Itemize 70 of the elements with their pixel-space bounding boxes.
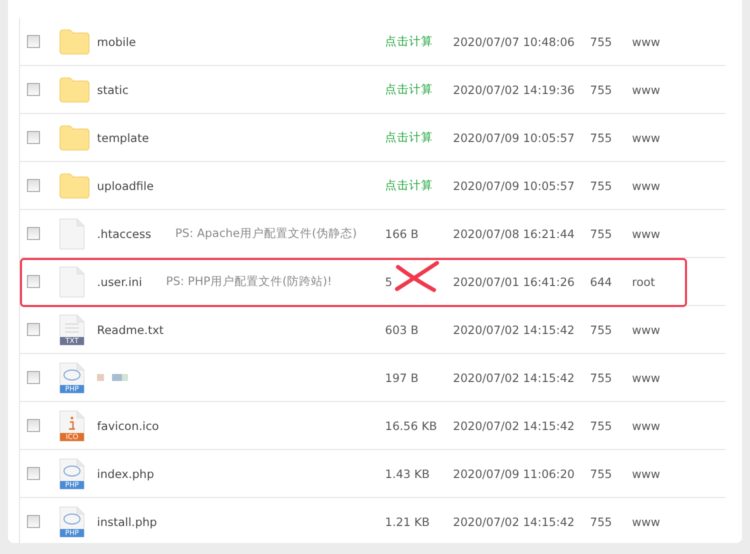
file-name[interactable]: favicon.ico — [97, 418, 159, 432]
file-name[interactable]: Readme.txt — [97, 322, 164, 336]
file-size: 166 B — [385, 226, 418, 240]
checkbox[interactable] — [27, 323, 40, 336]
file-name[interactable]: install.php — [97, 514, 157, 528]
file-name[interactable]: mobile — [97, 34, 136, 48]
permissions: 755 — [590, 370, 612, 384]
owner: www — [632, 418, 660, 432]
permissions: 644 — [590, 274, 612, 288]
checkbox[interactable] — [27, 275, 40, 288]
owner: www — [632, 226, 660, 240]
owner: www — [632, 34, 660, 48]
owner: www — [632, 466, 660, 480]
checkbox[interactable] — [27, 179, 40, 192]
folder-icon — [59, 76, 90, 102]
file-size: 603 B — [385, 322, 418, 336]
permissions: 755 — [590, 466, 612, 480]
owner: www — [632, 370, 660, 384]
file-name[interactable]: .user.ini — [97, 274, 142, 288]
checkbox[interactable] — [27, 83, 40, 96]
folder-icon — [59, 28, 90, 54]
permissions: 755 — [590, 514, 612, 528]
file-size: 1.21 KB — [385, 514, 430, 528]
modified-date: 2020/07/09 10:05:57 — [453, 178, 575, 192]
owner: www — [632, 130, 660, 144]
owner: www — [632, 322, 660, 336]
modified-date: 2020/07/01 16:41:26 — [453, 274, 575, 288]
blank-file-icon — [59, 266, 85, 298]
checkbox[interactable] — [27, 227, 40, 240]
permissions: 755 — [590, 178, 612, 192]
owner: www — [632, 514, 660, 528]
permissions: 755 — [590, 130, 612, 144]
file-name[interactable]: index.php — [97, 466, 154, 480]
file-name[interactable]: uploadfile — [97, 178, 154, 192]
file-name[interactable]: static — [97, 82, 129, 96]
checkbox[interactable] — [27, 35, 40, 48]
file-size: 16.56 KB — [385, 418, 438, 432]
owner: root — [632, 274, 656, 288]
file-size: 197 B — [385, 370, 418, 384]
modified-date: 2020/07/02 14:15:42 — [453, 370, 575, 384]
permissions: 755 — [590, 82, 612, 96]
blank-file-icon — [59, 218, 85, 250]
folder-icon — [59, 172, 90, 198]
file-name[interactable]: template — [97, 130, 149, 144]
modified-date: 2020/07/08 16:21:44 — [453, 226, 575, 240]
cross-mark — [395, 260, 439, 292]
checkbox[interactable] — [27, 419, 40, 432]
folder-icon — [59, 124, 90, 150]
file-note: PS: Apache用户配置文件(伪静态) — [175, 226, 357, 241]
checkbox[interactable] — [27, 371, 40, 384]
modified-date: 2020/07/09 10:05:57 — [453, 130, 575, 144]
file-note: PS: PHP用户配置文件(防跨站)! — [166, 274, 332, 289]
file-size: 1.43 KB — [385, 466, 430, 480]
modified-date: 2020/07/02 14:15:42 — [453, 418, 575, 432]
checkbox[interactable] — [27, 131, 40, 144]
file-name[interactable]: .htaccess — [97, 226, 152, 240]
modified-date: 2020/07/09 11:06:20 — [453, 466, 575, 480]
modified-date: 2020/07/07 10:48:06 — [453, 34, 575, 48]
permissions: 755 — [590, 34, 612, 48]
file-size: 5 — [385, 274, 392, 288]
permissions: 755 — [590, 322, 612, 336]
permissions: 755 — [590, 418, 612, 432]
permissions: 755 — [590, 226, 612, 240]
owner: www — [632, 82, 660, 96]
modified-date: 2020/07/02 14:19:36 — [453, 82, 575, 96]
modified-date: 2020/07/02 14:15:42 — [453, 322, 575, 336]
checkbox[interactable] — [27, 467, 40, 480]
owner: www — [632, 178, 660, 192]
modified-date: 2020/07/02 14:15:42 — [453, 514, 575, 528]
checkbox[interactable] — [27, 515, 40, 528]
